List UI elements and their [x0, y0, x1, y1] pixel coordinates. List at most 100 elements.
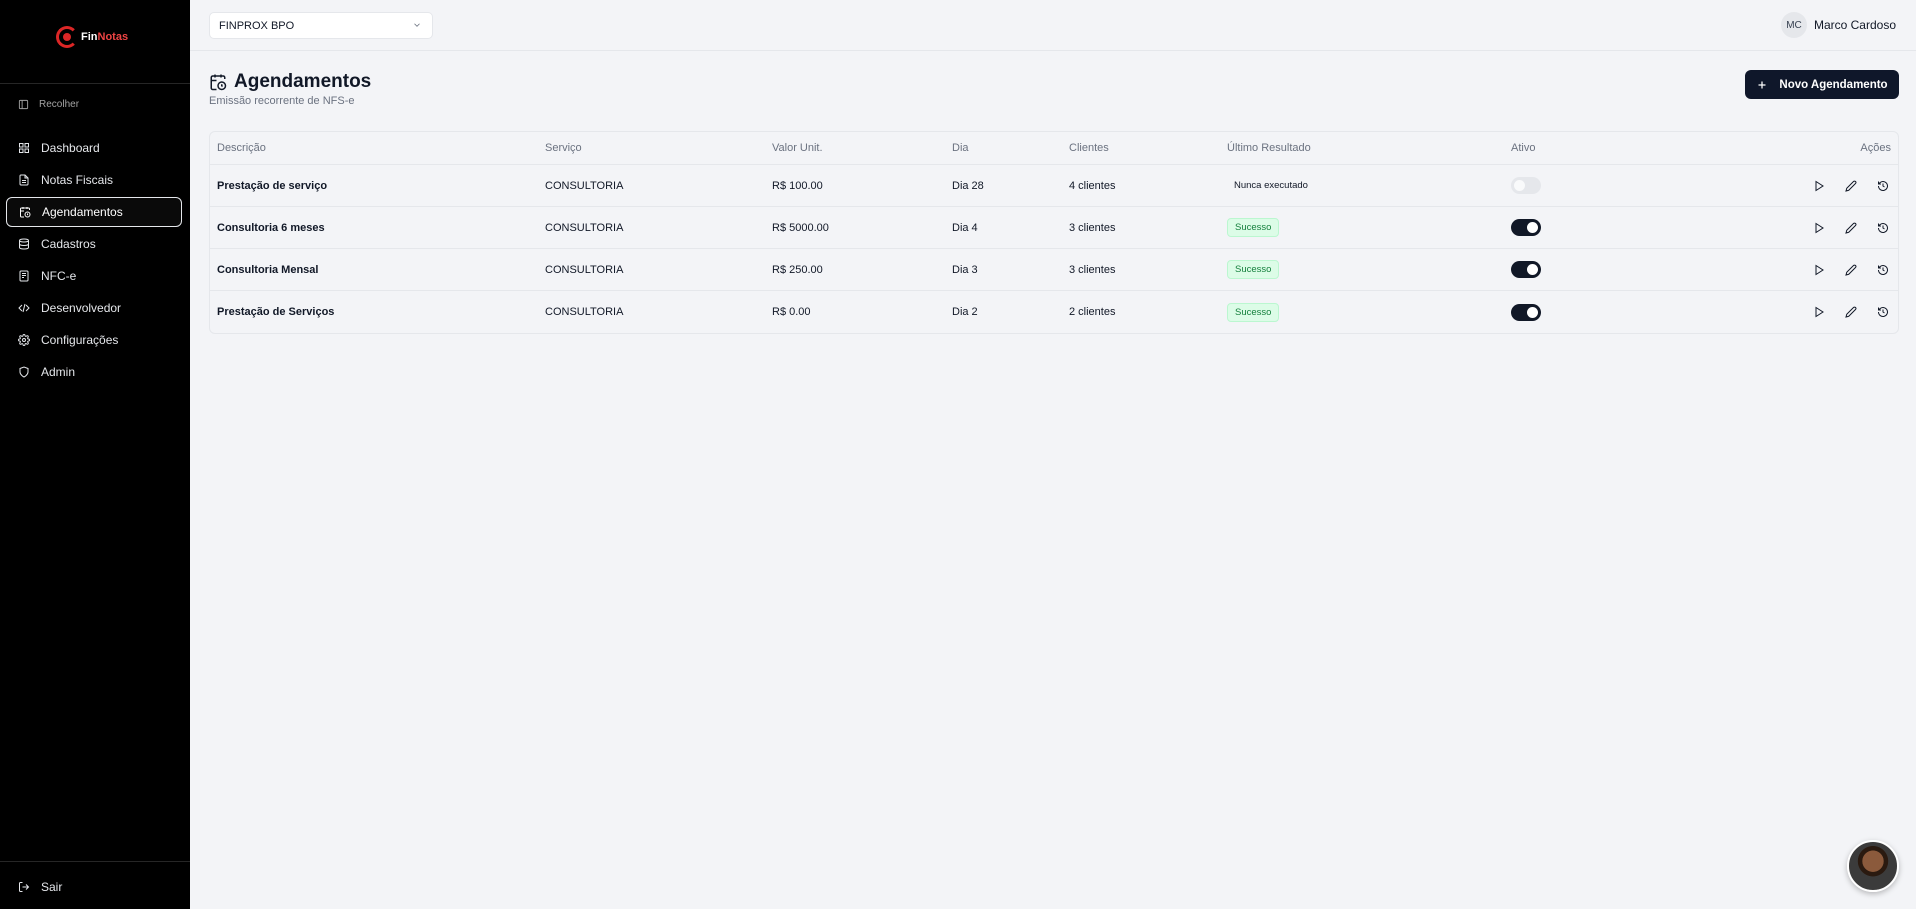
panel-left-icon [18, 99, 29, 110]
run-button[interactable] [1811, 220, 1827, 236]
pencil-icon [1845, 264, 1857, 276]
edit-button[interactable] [1843, 304, 1859, 320]
sidebar-item-admin[interactable]: Admin [6, 357, 182, 387]
schedules-table: Descrição Serviço Valor Unit. Dia Client… [209, 131, 1899, 334]
sidebar-item-label: NFC-e [41, 269, 77, 283]
run-button[interactable] [1811, 178, 1827, 194]
sidebar: FinNotas Recolher Dashboard Notas Fiscai… [0, 0, 190, 909]
column-header-descricao: Descrição [217, 142, 266, 154]
plus-icon [1758, 81, 1766, 88]
company-select[interactable]: FINPROX BPO [209, 12, 433, 39]
sidebar-item-nfce[interactable]: NFC-e [6, 261, 182, 291]
history-button[interactable] [1875, 220, 1891, 236]
collapse-sidebar-button[interactable]: Recolher [18, 99, 79, 110]
history-button[interactable] [1875, 178, 1891, 194]
run-button[interactable] [1811, 262, 1827, 278]
sidebar-item-configuracoes[interactable]: Configurações [6, 325, 182, 355]
receipt-icon [17, 270, 30, 283]
support-chat-avatar[interactable] [1847, 840, 1899, 892]
active-toggle[interactable] [1511, 261, 1541, 278]
status-badge: Nunca executado [1234, 180, 1308, 191]
history-button[interactable] [1875, 262, 1891, 278]
play-icon [1815, 306, 1824, 318]
sidebar-divider [0, 861, 190, 862]
table-header-row: Descrição Serviço Valor Unit. Dia Client… [210, 132, 1898, 165]
shield-icon [17, 366, 30, 379]
table-row[interactable]: Consultoria 6 meses CONSULTORIA R$ 5000.… [210, 207, 1898, 249]
play-icon [1815, 264, 1824, 275]
user-name: Marco Cardoso [1813, 18, 1896, 32]
edit-button[interactable] [1843, 178, 1859, 194]
collapse-label: Recolher [39, 99, 80, 110]
row-servico: CONSULTORIA [545, 179, 624, 192]
history-icon [1878, 222, 1888, 233]
row-valor: R$ 250.00 [772, 263, 823, 276]
sidebar-item-label: Notas Fiscais [41, 173, 114, 187]
history-icon [1878, 307, 1888, 317]
row-dia: Dia 28 [952, 179, 984, 192]
logout-label: Sair [41, 880, 63, 894]
sidebar-divider [0, 83, 190, 84]
logout-button[interactable]: Sair [18, 880, 62, 894]
row-valor: R$ 0.00 [772, 306, 811, 318]
sidebar-item-label: Agendamentos [42, 205, 123, 219]
active-toggle[interactable] [1511, 177, 1541, 194]
user-menu[interactable]: MC Marco Cardoso [1780, 12, 1896, 38]
history-icon [1878, 180, 1888, 191]
row-dia: Dia 3 [952, 263, 978, 276]
pencil-icon [1845, 180, 1857, 192]
logo-text-fin: Fin [81, 30, 98, 43]
run-button[interactable] [1811, 304, 1827, 320]
row-descricao: Prestação de serviço [217, 179, 328, 192]
row-descricao: Consultoria 6 meses [217, 221, 325, 234]
sidebar-item-label: Configurações [41, 333, 119, 347]
chevron-down-icon [414, 23, 420, 27]
code-icon [17, 302, 30, 315]
sidebar-item-cadastros[interactable]: Cadastros [6, 229, 182, 259]
history-icon [1878, 264, 1888, 275]
sidebar-item-agendamentos[interactable]: Agendamentos [6, 197, 182, 227]
row-clientes: 3 clientes [1069, 263, 1116, 276]
calendar-clock-icon [210, 74, 227, 91]
column-header-resultado: Último Resultado [1227, 142, 1311, 154]
table-row[interactable]: Prestação de serviço CONSULTORIA R$ 100.… [210, 165, 1898, 207]
table-row[interactable]: Prestação de Serviços CONSULTORIA R$ 0.0… [210, 291, 1898, 333]
active-toggle[interactable] [1511, 303, 1541, 321]
sidebar-item-dashboard[interactable]: Dashboard [6, 133, 182, 163]
edit-button[interactable] [1843, 262, 1859, 278]
sidebar-item-label: Cadastros [41, 237, 96, 251]
sidebar-item-desenvolvedor[interactable]: Desenvolvedor [6, 293, 182, 323]
file-text-icon [17, 174, 30, 187]
sidebar-nav: Dashboard Notas Fiscais Agendamentos Cad… [6, 133, 182, 389]
new-schedule-button[interactable]: Novo Agendamento [1745, 70, 1899, 99]
logout-icon [19, 882, 30, 892]
row-clientes: 4 clientes [1069, 179, 1116, 192]
sidebar-item-notas-fiscais[interactable]: Notas Fiscais [6, 165, 182, 195]
play-icon [1815, 180, 1824, 191]
column-header-dia: Dia [952, 142, 969, 154]
sidebar-item-label: Dashboard [41, 141, 100, 155]
row-servico: CONSULTORIA [545, 263, 624, 276]
status-badge: Sucesso [1227, 260, 1280, 279]
new-schedule-label: Novo Agendamento [1779, 78, 1888, 91]
row-descricao: Consultoria Mensal [217, 263, 319, 276]
row-servico: CONSULTORIA [545, 221, 624, 234]
column-header-servico: Serviço [545, 142, 582, 154]
active-toggle[interactable] [1511, 219, 1541, 236]
row-valor: R$ 100.00 [772, 179, 823, 192]
column-header-valor: Valor Unit. [772, 142, 823, 154]
row-clientes: 2 clientes [1069, 306, 1116, 318]
sidebar-item-label: Desenvolvedor [41, 301, 122, 315]
row-clientes: 3 clientes [1069, 221, 1116, 234]
row-servico: CONSULTORIA [545, 306, 624, 318]
history-button[interactable] [1875, 304, 1891, 320]
row-descricao: Prestação de Serviços [217, 306, 335, 318]
app-logo[interactable]: FinNotas [56, 26, 128, 48]
table-row[interactable]: Consultoria Mensal CONSULTORIA R$ 250.00… [210, 249, 1898, 291]
row-valor: R$ 5000.00 [772, 221, 829, 234]
edit-button[interactable] [1843, 220, 1859, 236]
logo-text-notas: Notas [97, 30, 129, 43]
database-icon [17, 238, 30, 251]
column-header-acoes: Ações [1860, 142, 1891, 154]
status-badge: Sucesso [1227, 302, 1280, 322]
